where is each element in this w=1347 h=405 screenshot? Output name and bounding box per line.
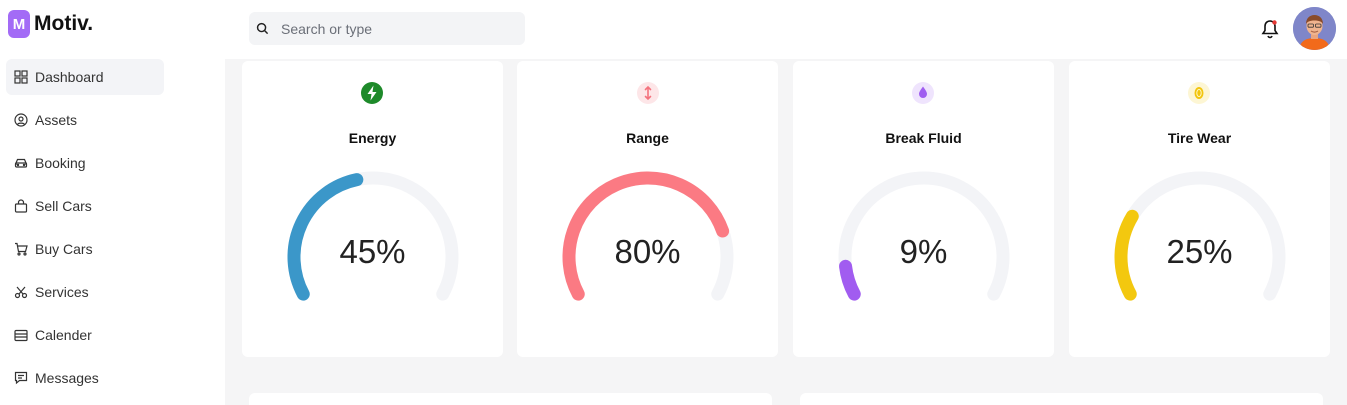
notification-bell-icon[interactable]	[1260, 18, 1280, 40]
grid-icon	[14, 70, 28, 84]
message-icon	[14, 371, 28, 385]
sidebar-item-label: Assets	[35, 112, 78, 128]
bottom-card-right	[800, 393, 1323, 405]
avatar[interactable]	[1293, 7, 1336, 50]
sidebar-item-assets[interactable]: Assets	[6, 102, 164, 138]
scissors-icon	[14, 285, 28, 299]
bolt-icon	[360, 81, 384, 105]
stat-title: Tire Wear	[1167, 130, 1232, 146]
sidebar-item-sell-cars[interactable]: Sell Cars	[6, 188, 164, 224]
sidebar-item-messages[interactable]: Messages	[6, 360, 164, 396]
stat-card-range: Range 80%	[517, 61, 778, 357]
top-bar	[225, 0, 1347, 59]
cart-icon	[14, 242, 28, 256]
stat-value: 45%	[339, 233, 406, 270]
stat-card-break-fluid: Break Fluid 9%	[793, 61, 1054, 357]
sidebar-item-dashboard[interactable]: Dashboard	[6, 59, 164, 95]
stat-card-tire-wear: Tire Wear 25%	[1069, 61, 1330, 357]
sidebar-item-label: Booking	[35, 155, 86, 171]
sidebar-item-booking[interactable]: Booking	[6, 145, 164, 181]
bottom-card-left	[249, 393, 772, 405]
bag-icon	[14, 199, 28, 213]
stat-title: Break Fluid	[885, 130, 962, 146]
car-icon	[14, 156, 28, 170]
search-icon	[255, 22, 269, 36]
sidebar-item-label: Dashboard	[35, 69, 104, 85]
logo[interactable]: M Motiv.	[8, 10, 93, 38]
arrows-vertical-icon	[636, 81, 660, 105]
sidebar-item-label: Sell Cars	[35, 198, 92, 214]
sidebar-item-calender[interactable]: Calender	[6, 317, 164, 353]
search-box	[249, 12, 525, 45]
stat-value: 9%	[899, 233, 948, 270]
stat-value: 80%	[614, 233, 681, 270]
brand-name: Motiv.	[34, 12, 94, 35]
sidebar-item-buy-cars[interactable]: Buy Cars	[6, 231, 164, 267]
circle-user-icon	[14, 113, 28, 127]
stat-card-energy: Energy 45%	[242, 61, 503, 357]
sidebar-nav: Dashboard Assets Booking Sell Cars Buy C…	[6, 59, 164, 403]
coin-icon	[1187, 81, 1211, 105]
stat-title: Energy	[348, 130, 397, 146]
sidebar: M Motiv. Dashboard Assets Booking Sell C…	[0, 0, 225, 405]
drop-icon	[911, 81, 935, 105]
sidebar-item-label: Buy Cars	[35, 241, 93, 257]
sidebar-item-label: Calender	[35, 327, 92, 343]
stat-value: 25%	[1166, 233, 1233, 270]
sidebar-item-label: Services	[35, 284, 89, 300]
sidebar-item-services[interactable]: Services	[6, 274, 164, 310]
calendar-icon	[14, 328, 28, 342]
stat-title: Range	[626, 130, 669, 146]
search-input[interactable]	[281, 20, 511, 37]
logo-icon: M	[8, 10, 30, 38]
sidebar-item-label: Messages	[35, 370, 99, 386]
